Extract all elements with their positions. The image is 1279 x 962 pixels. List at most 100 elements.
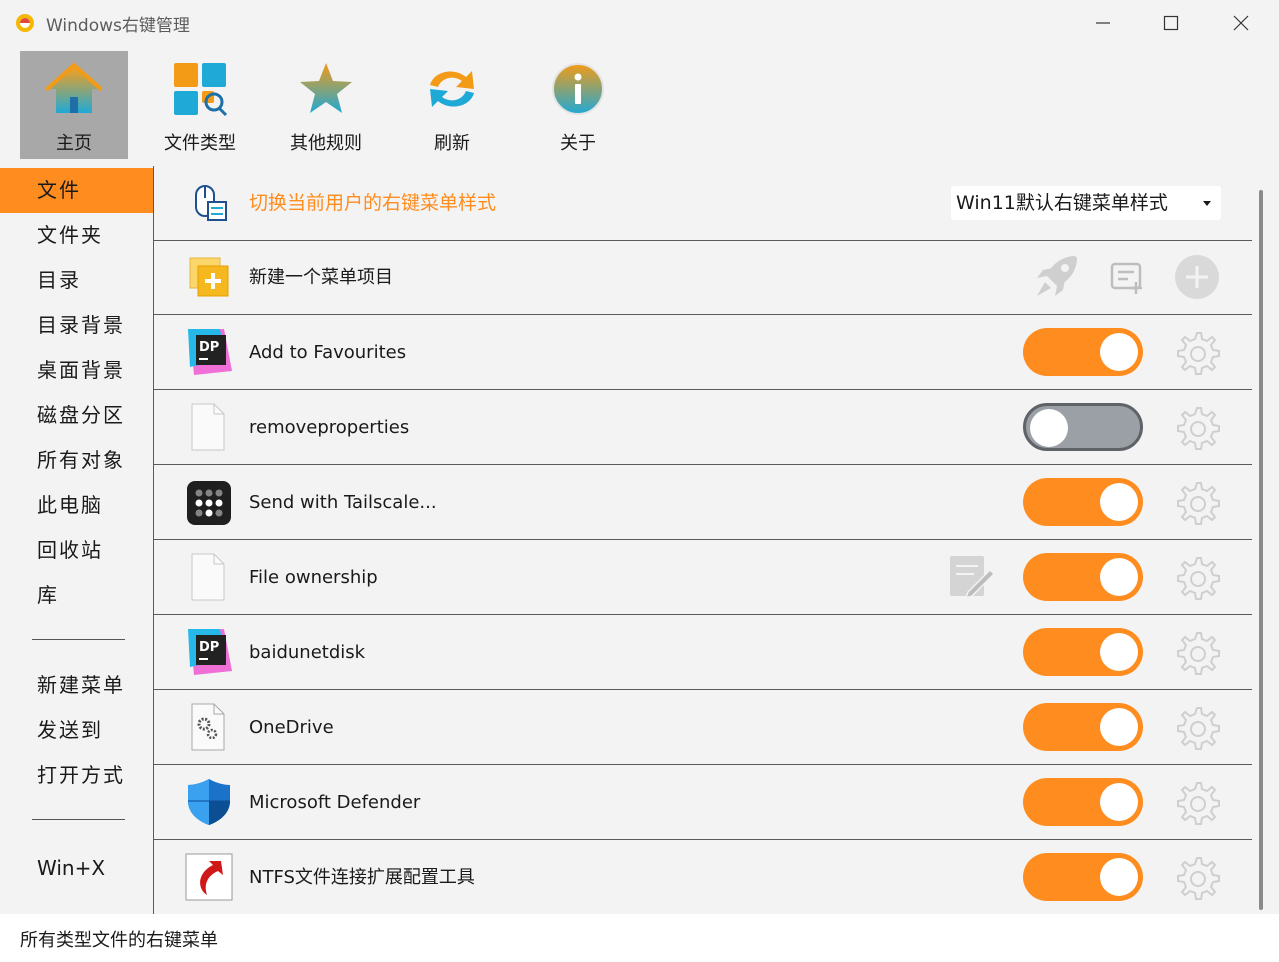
enable-toggle[interactable] xyxy=(1023,778,1143,826)
sidebar-item-send-to[interactable]: 发送到 xyxy=(0,708,153,753)
gear-icon[interactable] xyxy=(1172,629,1222,679)
plus-circle-icon[interactable] xyxy=(1172,252,1222,302)
info-icon xyxy=(552,63,604,115)
menu-item-row: NTFS文件连接扩展配置工具 xyxy=(154,840,1252,915)
svg-text:DP: DP xyxy=(199,640,219,655)
enable-toggle[interactable] xyxy=(1023,328,1143,376)
menu-item-row: DP baidunetdisk xyxy=(154,615,1252,690)
gear-icon[interactable] xyxy=(1172,779,1222,829)
toggle-knob xyxy=(1100,708,1138,746)
toggle-knob xyxy=(1100,483,1138,521)
gear-icon[interactable] xyxy=(1172,404,1222,454)
menu-item-row: OneDrive xyxy=(154,690,1252,765)
tool-label: 文件类型 xyxy=(164,133,236,154)
sidebar-item-desktop-background[interactable]: 桌面背景 xyxy=(0,348,153,393)
sidebar: 文件 文件夹 目录 目录背景 桌面背景 磁盘分区 所有对象 此电脑 回收站 库 … xyxy=(0,166,153,914)
tool-home[interactable]: 主页 xyxy=(20,51,128,159)
ntfs-arrow-icon xyxy=(185,853,233,901)
tool-label: 刷新 xyxy=(434,133,470,154)
menu-style-label: 切换当前用户的右键菜单样式 xyxy=(249,192,497,214)
dp-app-icon: DP xyxy=(188,329,232,375)
gear-icon[interactable] xyxy=(1172,329,1222,379)
close-button[interactable] xyxy=(1207,0,1275,46)
toggle-knob xyxy=(1100,558,1138,596)
menu-style-selected: Win11默认右键菜单样式 xyxy=(956,192,1168,214)
app-logo-icon xyxy=(16,14,34,32)
enable-toggle[interactable] xyxy=(1023,403,1143,451)
enable-toggle[interactable] xyxy=(1023,703,1143,751)
menu-style-dropdown[interactable]: Win11默认右键菜单样式 xyxy=(951,186,1221,220)
sidebar-item-recycle-bin[interactable]: 回收站 xyxy=(0,528,153,573)
enable-toggle[interactable] xyxy=(1023,628,1143,676)
new-menu-item-row[interactable]: 新建一个菜单项目 xyxy=(154,240,1252,315)
gear-icon[interactable] xyxy=(1172,554,1222,604)
mouse-menu-icon xyxy=(195,185,227,221)
toggle-knob xyxy=(1100,333,1138,371)
menu-item-row: Microsoft Defender xyxy=(154,765,1252,840)
tool-refresh[interactable]: 刷新 xyxy=(398,51,506,159)
close-icon xyxy=(1233,15,1249,31)
svg-text:DP: DP xyxy=(199,340,219,355)
menu-item-label: Microsoft Defender xyxy=(249,792,421,813)
menu-item-label: File ownership xyxy=(249,567,378,588)
new-item-icon xyxy=(189,257,229,297)
vertical-scrollbar[interactable] xyxy=(1259,190,1263,910)
toggle-knob xyxy=(1100,858,1138,896)
sidebar-item-library[interactable]: 库 xyxy=(0,573,153,618)
new-menu-item-label: 新建一个菜单项目 xyxy=(249,267,393,288)
blank-file-icon xyxy=(191,403,225,451)
sidebar-item-directory[interactable]: 目录 xyxy=(0,258,153,303)
sidebar-item-new-menu[interactable]: 新建菜单 xyxy=(0,663,153,708)
minimize-button[interactable] xyxy=(1069,0,1137,46)
tool-label: 其他规则 xyxy=(290,133,362,154)
settings-file-icon xyxy=(191,703,225,751)
sidebar-item-all-objects[interactable]: 所有对象 xyxy=(0,438,153,483)
defender-shield-icon xyxy=(188,779,230,825)
menu-item-list: 切换当前用户的右键菜单样式 Win11默认右键菜单样式 新建一个菜单项目 DP … xyxy=(153,166,1252,915)
sidebar-divider xyxy=(32,819,125,820)
status-bar: 所有类型文件的右键菜单 xyxy=(0,914,1279,962)
sidebar-item-directory-background[interactable]: 目录背景 xyxy=(0,303,153,348)
tool-label: 关于 xyxy=(560,133,596,154)
maximize-icon xyxy=(1163,15,1179,31)
refresh-icon xyxy=(430,71,474,107)
add-list-icon[interactable] xyxy=(1102,252,1152,302)
tool-file-types[interactable]: 文件类型 xyxy=(146,51,254,159)
tailscale-icon xyxy=(187,481,231,525)
sidebar-item-drive[interactable]: 磁盘分区 xyxy=(0,393,153,438)
tool-other-rules[interactable]: 其他规则 xyxy=(272,51,380,159)
toggle-knob xyxy=(1030,409,1068,447)
sidebar-item-file[interactable]: 文件 xyxy=(0,168,153,213)
home-icon xyxy=(46,62,102,113)
tool-about[interactable]: 关于 xyxy=(524,51,632,159)
menu-item-label: Add to Favourites xyxy=(249,342,407,363)
toolbar: 主页 文件类型 其他规则 刷新 关于 xyxy=(0,46,1279,166)
tool-label: 主页 xyxy=(56,133,92,154)
sidebar-item-open-with[interactable]: 打开方式 xyxy=(0,753,153,798)
gear-icon[interactable] xyxy=(1172,479,1222,529)
menu-item-row: File ownership xyxy=(154,540,1252,615)
blank-file-icon xyxy=(191,553,225,601)
menu-item-label: Send with Tailscale... xyxy=(249,492,437,513)
maximize-button[interactable] xyxy=(1137,0,1205,46)
enable-toggle[interactable] xyxy=(1023,478,1143,526)
enable-toggle[interactable] xyxy=(1023,553,1143,601)
file-types-icon xyxy=(174,63,228,117)
sidebar-divider xyxy=(32,639,125,640)
title-bar: Windows右键管理 xyxy=(0,0,1279,46)
enable-toggle[interactable] xyxy=(1023,853,1143,901)
sidebar-item-win-x[interactable]: Win+X xyxy=(0,846,153,891)
gear-icon[interactable] xyxy=(1172,854,1222,904)
dp-app-icon: DP xyxy=(188,629,232,675)
gear-icon[interactable] xyxy=(1172,704,1222,754)
window-title: Windows右键管理 xyxy=(46,16,190,36)
menu-style-row: 切换当前用户的右键菜单样式 Win11默认右键菜单样式 xyxy=(154,166,1252,241)
menu-item-row: DP Add to Favourites xyxy=(154,315,1252,390)
menu-item-label: NTFS文件连接扩展配置工具 xyxy=(249,867,475,888)
status-text: 所有类型文件的右键菜单 xyxy=(20,930,218,951)
sidebar-item-this-pc[interactable]: 此电脑 xyxy=(0,483,153,528)
edit-icon[interactable] xyxy=(946,552,996,602)
menu-item-label: baidunetdisk xyxy=(249,642,366,663)
sidebar-item-folder[interactable]: 文件夹 xyxy=(0,213,153,258)
rocket-icon[interactable] xyxy=(1031,252,1081,302)
